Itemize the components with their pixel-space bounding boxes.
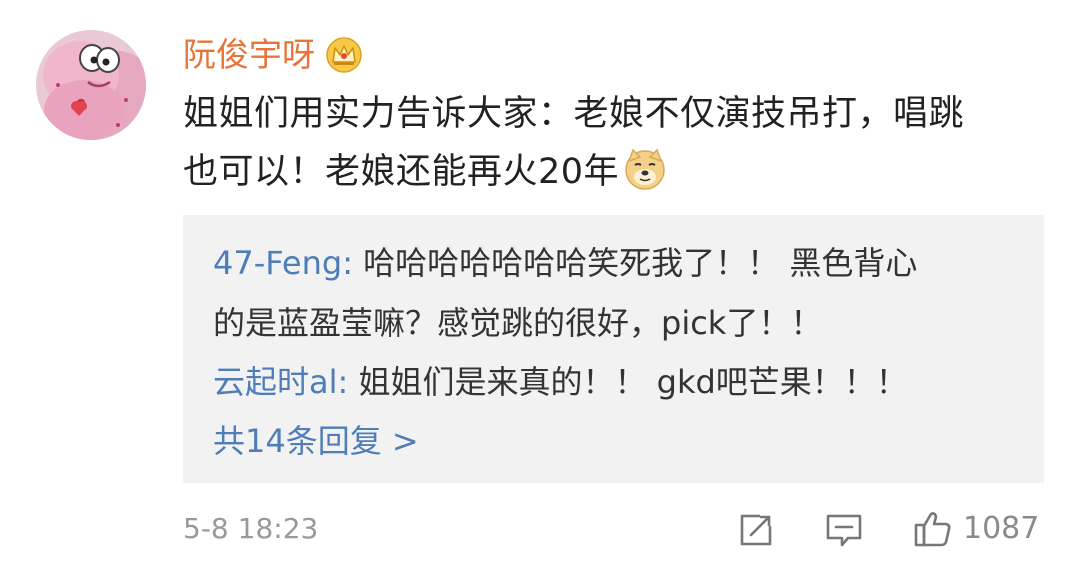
reply-item-1: 47-Feng: 哈哈哈哈哈哈哈笑死我了！！ 黑色背心 [213, 233, 917, 293]
comment-header: 阮俊宇呀 [183, 30, 363, 80]
reply-author[interactable]: 47-Feng: [213, 244, 353, 282]
crown-badge-icon [325, 36, 363, 74]
thumbs-up-icon [913, 509, 953, 549]
view-all-replies-link[interactable]: 共14条回复 > [213, 411, 419, 471]
comment-text-line-2-wrap: 也可以！老娘还能再火20年 [183, 143, 1053, 201]
avatar[interactable] [36, 30, 146, 140]
comment-body: 姐姐们用实力告诉大家：老娘不仅演技吊打，唱跳 也可以！老娘还能再火20年 [183, 85, 1053, 201]
reply-box[interactable]: 47-Feng: 哈哈哈哈哈哈哈笑死我了！！ 黑色背心 的是蓝盈莹嘛？感觉跳的很… [183, 215, 1044, 483]
username[interactable]: 阮俊宇呀 [183, 30, 315, 80]
like-button[interactable]: 1087 [913, 505, 1039, 553]
share-icon[interactable] [736, 510, 776, 550]
comment-text-line-1: 姐姐们用实力告诉大家：老娘不仅演技吊打，唱跳 [183, 94, 965, 134]
timestamp: 5-8 18:23 [183, 512, 319, 545]
like-count: 1087 [963, 511, 1040, 546]
reply-text: 姐姐们是来真的！！ gkd吧芒果！！！ [348, 363, 908, 401]
comment-text-line-2: 也可以！老娘还能再火20年 [183, 152, 620, 192]
comment-icon[interactable] [824, 510, 864, 550]
reply-author[interactable]: 云起时al: [213, 363, 348, 401]
comment-footer: 5-8 18:23 1087 [183, 505, 1044, 553]
reply-item-1-continued: 的是蓝盈莹嘛？感觉跳的很好，pick了！！ [213, 293, 822, 353]
reply-text: 的是蓝盈莹嘛？感觉跳的很好，pick了！！ [213, 304, 823, 342]
avatar-image [36, 30, 146, 140]
doge-emoji-icon [623, 147, 667, 191]
reply-item-2: 云起时al: 姐姐们是来真的！！ gkd吧芒果！！！ [213, 352, 908, 412]
reply-text: 哈哈哈哈哈哈哈笑死我了！！ 黑色背心 [352, 244, 918, 282]
comment-card: 阮俊宇呀 姐姐们用实力告诉大家：老娘不仅演技吊打，唱跳 也可以！老娘还能再火20… [0, 0, 1080, 561]
